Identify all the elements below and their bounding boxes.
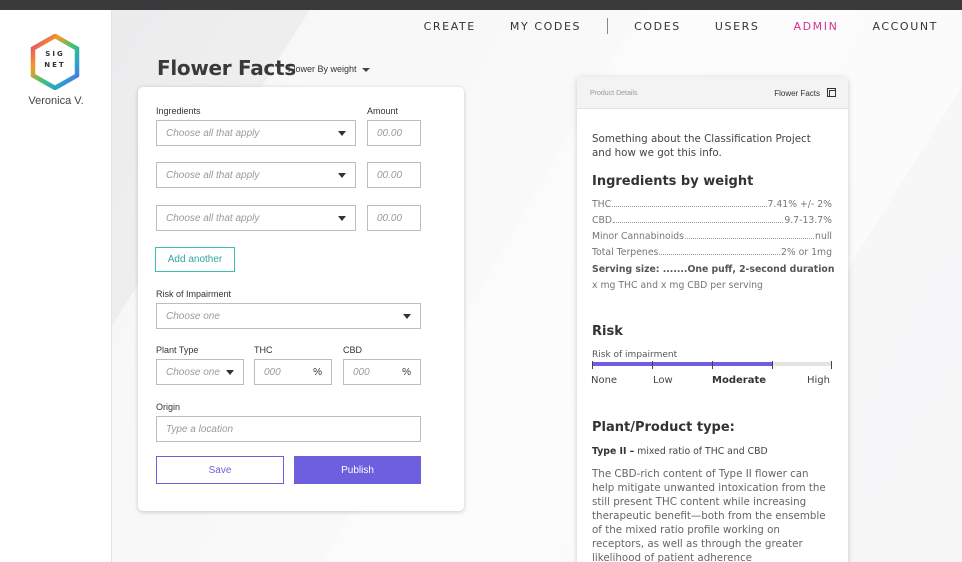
amount-input-1[interactable]: 00.00 [367,120,421,146]
logo-text-bottom: NET [44,61,65,69]
preview-header-title: Flower Facts [774,89,820,98]
nav-codes[interactable]: CODES [634,20,681,33]
thc-label: THC [254,345,273,355]
cbd-placeholder: 000 [353,366,370,378]
cbd-label: CBD [343,345,363,355]
save-button[interactable]: Save [156,456,284,484]
amount-placeholder: 00.00 [377,169,403,181]
dropdown-arrow-icon [338,130,346,136]
amount-placeholder: 00.00 [377,127,403,139]
ingredient-name: Total Terpenes [592,247,659,258]
plant-type-placeholder: Choose one [166,366,220,378]
risk-level-none: None [591,375,618,386]
plant-type-desc: mixed ratio of THC and CBD [637,446,768,457]
thc-percent-unit: % [313,366,322,378]
dropdown-arrow-icon [226,369,234,375]
cbd-input[interactable]: 000% [343,359,421,385]
risk-level-low: Low [653,375,673,386]
ingredient-name: CBD [592,215,613,226]
add-another-button[interactable]: Add another [155,247,235,272]
risk-bar-fill [592,362,772,366]
risk-label: Risk of Impairment [156,289,232,299]
sidebar: SIG NET Veronica V. [0,10,112,562]
ingredient-value: 9.7-13.7% [784,215,832,226]
ingredient-select-2[interactable]: Choose all that apply [156,162,356,188]
risk-level-moderate: Moderate [712,375,767,386]
plant-type-line: Type II – mixed ratio of THC and CBD [592,446,768,457]
risk-of-impairment-label: Risk of impairment [592,350,678,360]
top-bar [0,0,962,10]
origin-input[interactable]: Type a location [156,416,421,442]
nav-account[interactable]: ACCOUNT [872,20,938,33]
plant-type-select[interactable]: Choose one [156,359,244,385]
thc-input[interactable]: 000% [254,359,332,385]
plant-type-heading: Plant/Product type: [592,420,735,435]
ingredient-select-1[interactable]: Choose all that apply [156,120,356,146]
risk-tick [592,361,593,369]
ingredient-select-placeholder: Choose all that apply [166,212,260,224]
ingredient-select-placeholder: Choose all that apply [166,169,260,181]
top-nav: CREATE MY CODES CODES USERS ADMIN ACCOUN… [390,18,938,34]
thc-placeholder: 000 [264,366,281,378]
ingredient-name: THC [592,199,612,210]
amount-placeholder: 00.00 [377,212,403,224]
risk-heading: Risk [592,324,623,339]
ingredient-value: 2% or 1mg [780,247,832,258]
plant-type-label: Plant Type [156,345,199,355]
ingredient-value: 7.41% +/- 2% [767,199,832,210]
amount-label: Amount [367,106,399,116]
serving-size: Serving size: .......One puff, 2-second … [592,264,835,275]
ingredients-label: Ingredients [156,106,201,116]
main-area: CREATE MY CODES CODES USERS ADMIN ACCOUN… [112,10,962,562]
risk-select[interactable]: Choose one [156,303,421,329]
preview-header-label: Product Details [590,90,638,97]
caret-down-icon [361,67,370,72]
amount-input-3[interactable]: 00.00 [367,205,421,231]
page-title: Flower Facts [157,56,296,80]
mode-select-label: Flower By weight [288,64,357,74]
nav-users[interactable]: USERS [715,20,760,33]
amount-input-2[interactable]: 00.00 [367,162,421,188]
nav-create[interactable]: CREATE [424,20,476,33]
ingredient-value: null [815,231,832,242]
origin-placeholder: Type a location [166,423,234,435]
per-serving: x mg THC and x mg CBD per serving [592,280,763,291]
plant-type-description: The CBD-rich content of Type II flower c… [592,468,826,562]
ingredient-line: CBD 9.7-13.7% [592,215,832,226]
product-details-preview: Product Details Flower Facts Something a… [577,77,848,562]
ingredient-line: THC 7.41% +/- 2% [592,199,832,210]
risk-select-placeholder: Choose one [166,310,220,322]
preview-header: Product Details Flower Facts [577,77,848,109]
dropdown-arrow-icon [338,172,346,178]
publish-button[interactable]: Publish [294,456,421,484]
risk-tick [712,361,713,369]
signet-logo[interactable]: SIG NET [30,34,80,90]
ingredient-line: Minor Cannabinoids null [592,231,832,242]
user-name[interactable]: Veronica V. [0,95,112,107]
cbd-percent-unit: % [402,366,411,378]
nav-divider [607,18,609,34]
ingredient-line: Total Terpenes 2% or 1mg [592,247,832,258]
risk-tick [831,361,832,369]
risk-tick [772,361,773,369]
form-card: Ingredients Amount Choose all that apply… [138,87,464,511]
ingredient-name: Minor Cannabinoids [592,231,685,242]
plant-type-name: Type II – [592,446,635,457]
preview-intro: Something about the Classification Proje… [592,133,811,159]
ingredient-select-placeholder: Choose all that apply [166,127,260,139]
risk-bar [592,361,832,369]
expand-icon[interactable] [827,88,836,97]
ingredient-select-3[interactable]: Choose all that apply [156,205,356,231]
origin-label: Origin [156,402,181,412]
ingredients-heading: Ingredients by weight [592,174,754,189]
nav-my-codes[interactable]: MY CODES [510,20,581,33]
dropdown-arrow-icon [403,313,411,319]
risk-level-high: High [807,375,830,386]
risk-tick [652,361,653,369]
dropdown-arrow-icon [338,215,346,221]
logo-text-top: SIG [45,50,64,58]
mode-select[interactable]: Flower By weight [288,64,370,74]
nav-admin[interactable]: ADMIN [793,20,838,33]
